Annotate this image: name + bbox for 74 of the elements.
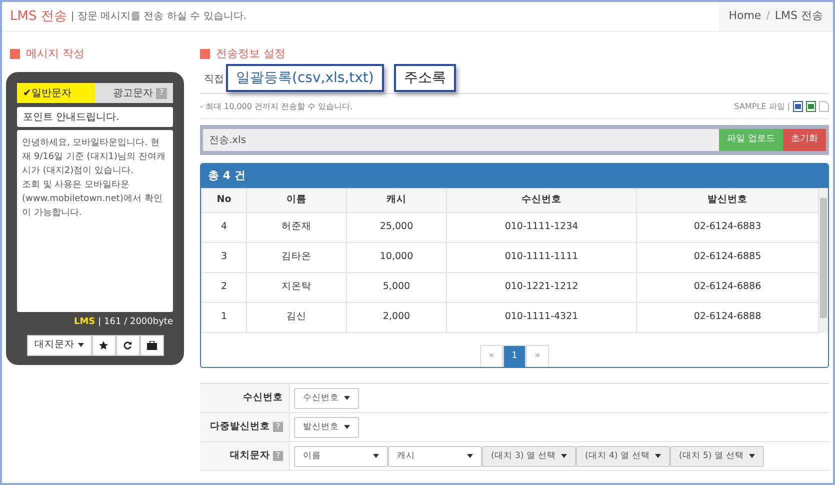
breadcrumb-separator: / — [766, 8, 770, 24]
briefcase-button[interactable] — [140, 334, 164, 356]
heading-marker-icon — [200, 49, 210, 59]
select-field[interactable]: 발신번호 — [294, 416, 359, 438]
select-field[interactable]: 캐시 — [388, 446, 482, 466]
table-cell: 김신 — [246, 302, 346, 332]
scrollbar[interactable] — [819, 188, 828, 333]
table-cell: 02-6124-6883 — [636, 212, 818, 242]
limit-note: - 최대 10,000 건까지 전송할 수 있습니다. — [200, 100, 353, 112]
caret-icon — [467, 454, 473, 458]
table-cell: 3 — [202, 242, 246, 272]
caret-icon — [344, 396, 350, 400]
message-type-tab[interactable]: 광고문자 ? — [95, 83, 173, 103]
select-field[interactable]: 이름 — [294, 446, 388, 466]
heading-marker-icon — [10, 49, 20, 59]
section-heading: 전송정보 설정 — [216, 46, 286, 62]
column-header: 수신번호 — [446, 188, 636, 212]
page-title: LMS 전송 — [10, 8, 67, 26]
byte-counter: | 161 / 2000byte — [98, 316, 173, 329]
table-cell: 010-1111-1111 — [446, 242, 636, 272]
briefcase-icon — [146, 340, 156, 350]
table-cell: 010-1221-1212 — [446, 272, 636, 302]
table-cell: 지온탁 — [246, 272, 346, 302]
table-cell: 02-6124-6888 — [636, 302, 818, 332]
refresh-icon — [123, 340, 132, 350]
page-subtitle: | 장문 메시지를 전송 하실 수 있습니다. — [70, 10, 246, 24]
breadcrumb-link[interactable]: LMS 전송 — [774, 8, 823, 25]
table-cell: 허준재 — [246, 212, 346, 242]
star-icon — [99, 340, 108, 350]
column-header: 발신번호 — [636, 188, 818, 212]
column-header: No — [202, 188, 246, 212]
import-tab[interactable]: 일괄등록(csv,xls,txt) — [226, 64, 384, 92]
import-tab[interactable]: 주소록 — [394, 64, 456, 92]
table-cell: 2,000 — [346, 302, 446, 332]
table-cell: 5,000 — [346, 272, 446, 302]
table-cell: 4 — [202, 212, 246, 242]
field-label: 다중발신번호 — [210, 420, 270, 434]
star-button[interactable] — [92, 334, 116, 356]
table-cell: 010-1111-1234 — [446, 212, 636, 242]
breadcrumb-link[interactable]: Home — [728, 8, 762, 25]
panel-title: 총 4 건 — [208, 168, 246, 184]
import-tab[interactable]: 직접 — [204, 72, 224, 87]
field-label: 대치문자 — [230, 448, 270, 463]
field-label: 수신번호 — [243, 390, 283, 405]
message-textarea[interactable]: 안녕하세요, 모바일타운입니다. 현재 9/16일 기준 (대지1)님의 잔여캐시가 (대지2)점이 있습니다. 조회 및 사용은 모바일타운(www.mobiletown.net)에서 확인이 가능합니다. — [17, 130, 173, 312]
table-cell: 02-6124-6885 — [636, 242, 818, 272]
caret-icon — [561, 454, 567, 458]
table-cell: 25,000 — [346, 212, 446, 242]
caret-icon — [655, 454, 661, 458]
message-type: LMS — [74, 316, 96, 329]
document-icon[interactable] — [793, 101, 803, 112]
replace-text-dropdown[interactable]: 대지문자 — [26, 334, 92, 356]
column-header: 캐시 — [346, 188, 446, 212]
caret-icon — [344, 425, 350, 429]
table-cell: 2 — [202, 272, 246, 302]
table-cell: 02-6124-6886 — [636, 272, 818, 302]
spreadsheet-icon[interactable] — [806, 101, 816, 112]
column-header: 이름 — [246, 188, 346, 212]
subject-field[interactable]: 포인트 안내드립니다. — [17, 107, 173, 127]
table-cell: 10,000 — [346, 242, 446, 272]
message-type-tab[interactable]: ✔일반문자 — [17, 83, 95, 103]
sample-label: SAMPLE 파일 | — [734, 100, 790, 112]
page-button[interactable]: 1 — [503, 345, 526, 367]
select-field[interactable]: 수신번호 — [294, 388, 359, 408]
reset-button[interactable]: 초기화 — [783, 129, 826, 151]
table-cell: 010-1111-4321 — [446, 302, 636, 332]
table-cell: 1 — [202, 302, 246, 332]
table-cell: 김타온 — [246, 242, 346, 272]
file-name-field[interactable]: 전송.xls — [203, 129, 720, 151]
caret-icon — [373, 454, 379, 458]
refresh-button[interactable] — [116, 334, 140, 356]
caret-icon — [78, 343, 84, 347]
section-heading: 메시지 작성 — [26, 46, 84, 62]
caret-icon — [749, 454, 755, 458]
